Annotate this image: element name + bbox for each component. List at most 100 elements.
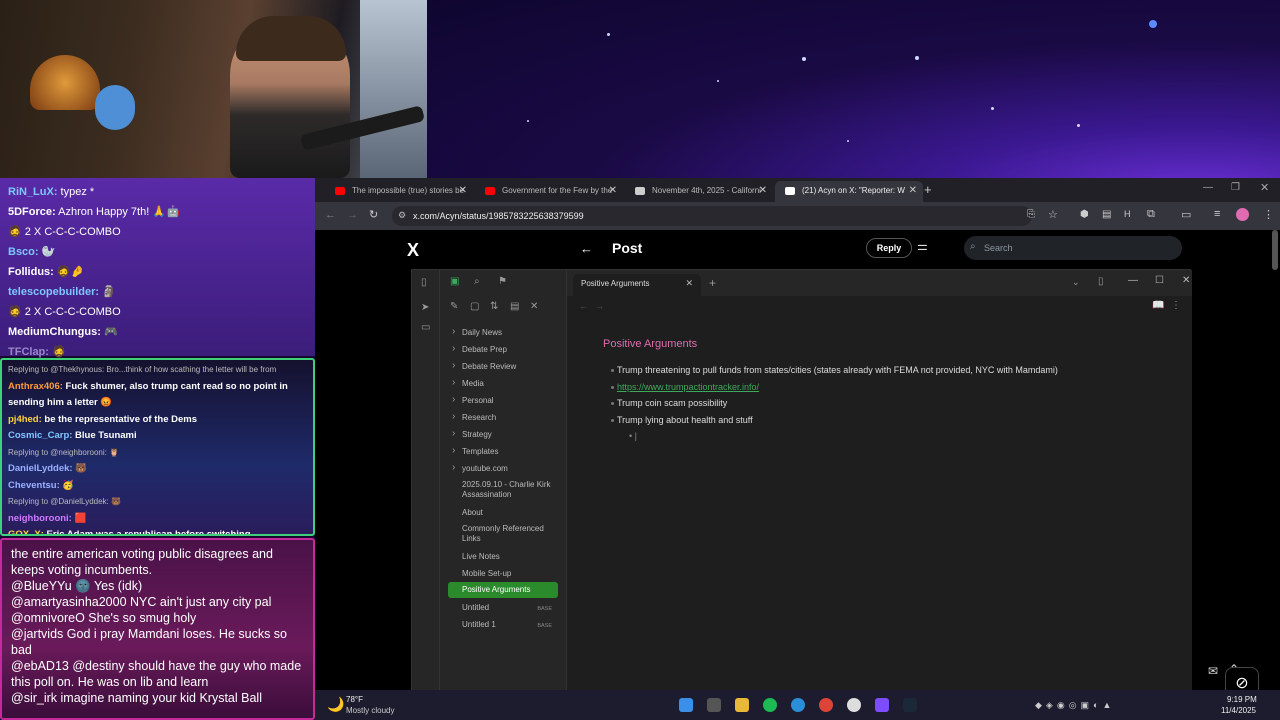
bookmark-icon[interactable]: ⚑: [498, 276, 507, 287]
expand-icon[interactable]: ⌃: [1229, 662, 1239, 676]
bookmark-star-icon[interactable]: ☆: [1048, 208, 1058, 221]
back-arrow-icon[interactable]: ←: [580, 241, 593, 256]
folder-item[interactable]: Personal: [448, 393, 558, 409]
close-tab-icon[interactable]: ✕: [459, 185, 467, 196]
chat-handle[interactable]: @ebAD13: [11, 659, 69, 673]
chat-username[interactable]: GOX_X:: [8, 529, 44, 534]
reading-view-icon[interactable]: 📖: [1152, 300, 1164, 311]
chat-username[interactable]: MediumChungus:: [8, 326, 101, 338]
file-item[interactable]: Untitled 1 BASE: [448, 617, 558, 633]
sidebar-toggle-icon[interactable]: ▯: [421, 277, 427, 288]
chat-handle[interactable]: @BlueYYu: [11, 579, 72, 593]
chat-username[interactable]: neighborooni:: [8, 513, 72, 524]
messages-icon[interactable]: ✉: [1208, 664, 1218, 678]
collapse-icon[interactable]: ▤: [510, 301, 519, 312]
scrollbar[interactable]: [1272, 230, 1278, 270]
sidebar-toggle-icon[interactable]: ▭: [1181, 208, 1191, 221]
folder-item[interactable]: Research: [448, 410, 558, 426]
chat-username[interactable]: pj4hed:: [8, 414, 42, 425]
weather-icon[interactable]: 🌙: [327, 696, 344, 713]
clock-date[interactable]: 11/4/2025: [1221, 706, 1256, 715]
folder-icon[interactable]: ▣: [450, 276, 459, 287]
chat-username[interactable]: RiN_LuX:: [8, 186, 58, 198]
folder-item[interactable]: youtube.com: [448, 461, 558, 477]
chat-username[interactable]: Bsco:: [8, 246, 39, 258]
close-tab-icon[interactable]: ✕: [759, 185, 767, 196]
close-icon[interactable]: ✕: [530, 301, 538, 312]
profile-avatar[interactable]: [1236, 208, 1249, 221]
chat-username[interactable]: TFClap:: [8, 346, 49, 358]
reading-list-icon[interactable]: ≡: [1214, 208, 1220, 220]
folder-item[interactable]: Debate Prep: [448, 342, 558, 358]
file-item[interactable]: Mobile Set-up: [448, 566, 558, 582]
maximize-icon[interactable]: ☐: [1155, 275, 1164, 286]
browser-tab[interactable]: The impossible (true) stories be ✕: [325, 181, 473, 202]
install-app-icon[interactable]: ⎘: [1027, 209, 1035, 220]
clock-time[interactable]: 9:19 PM: [1227, 695, 1257, 704]
chat-username[interactable]: Follidus:: [8, 266, 54, 278]
chatgpt-icon[interactable]: [847, 698, 861, 712]
folder-item[interactable]: Media: [448, 376, 558, 392]
chat-username[interactable]: Cosmic_Carp:: [8, 430, 72, 441]
close-window-icon[interactable]: ✕: [1260, 181, 1269, 194]
chat-username[interactable]: 5DForce:: [8, 206, 56, 218]
chat-handle[interactable]: @sir_irk: [11, 691, 57, 705]
browser-tab[interactable]: November 4th, 2025 - Californi ✕: [625, 181, 773, 202]
pages-icon[interactable]: ▭: [421, 322, 430, 333]
browser-tab[interactable]: Government for the Few by the ✕: [475, 181, 623, 202]
sort-icon[interactable]: ⇅: [490, 301, 498, 312]
chat-handle[interactable]: @amartyasinha2000: [11, 595, 127, 609]
forward-arrow-icon[interactable]: →: [595, 301, 604, 311]
steam-icon[interactable]: [903, 698, 917, 712]
minimize-icon[interactable]: —: [1128, 275, 1138, 286]
file-item[interactable]: Positive Arguments: [448, 582, 558, 598]
site-info-icon[interactable]: ⚙: [398, 210, 406, 221]
new-tab-icon[interactable]: +: [709, 276, 716, 290]
empty-bullet[interactable]: • |: [629, 431, 637, 441]
minimize-window-icon[interactable]: —: [1203, 182, 1213, 193]
windows-start-icon[interactable]: [679, 698, 693, 712]
spotify-icon[interactable]: [763, 698, 777, 712]
extension-icon-3[interactable]: H: [1124, 209, 1131, 219]
new-folder-icon[interactable]: ▢: [470, 301, 479, 312]
settings-sliders-icon[interactable]: ⚌: [917, 239, 928, 253]
extension-icon-2[interactable]: ▤: [1102, 209, 1111, 220]
chevron-down-icon[interactable]: ⌄: [1072, 277, 1080, 288]
chrome-icon[interactable]: [819, 698, 833, 712]
extensions-puzzle-icon[interactable]: ⧉: [1147, 208, 1155, 221]
folder-item[interactable]: Daily News: [448, 325, 558, 341]
file-item[interactable]: About: [448, 505, 558, 521]
close-tab-icon[interactable]: ✕: [685, 278, 693, 289]
tray-icons[interactable]: ◆◈◉◎▣◐▲: [1035, 700, 1115, 711]
search-input[interactable]: ⌕ Search: [964, 236, 1182, 260]
extension-icon[interactable]: ⬢: [1080, 209, 1089, 220]
note-link[interactable]: https://www.trumpactiontracker.info/: [610, 382, 759, 392]
folder-item[interactable]: Strategy: [448, 427, 558, 443]
send-icon[interactable]: ➤: [421, 302, 429, 313]
chat-username[interactable]: Anthrax406:: [8, 381, 63, 392]
forward-arrow-icon[interactable]: →: [347, 209, 358, 221]
folder-item[interactable]: Debate Review: [448, 359, 558, 375]
search-icon[interactable]: ⌕: [474, 276, 480, 287]
browser-menu-icon[interactable]: ⋮: [1263, 208, 1274, 221]
edge-icon[interactable]: [791, 698, 805, 712]
file-explorer-icon[interactable]: [735, 698, 749, 712]
file-item[interactable]: Commonly Referenced Links: [448, 521, 558, 547]
new-tab-button[interactable]: +: [924, 182, 932, 197]
close-tab-icon[interactable]: ✕: [609, 185, 617, 196]
close-icon[interactable]: ✕: [1182, 275, 1190, 286]
reply-button[interactable]: Reply: [866, 238, 912, 258]
folder-item[interactable]: Templates: [448, 444, 558, 460]
maximize-window-icon[interactable]: ❐: [1231, 182, 1240, 193]
obsidian-icon[interactable]: [875, 698, 889, 712]
back-arrow-icon[interactable]: ←: [579, 301, 588, 311]
sidebar-right-icon[interactable]: ▯: [1098, 276, 1104, 287]
url-field[interactable]: ⚙ x.com/Acyn/status/1985783225638379599: [392, 206, 1032, 226]
close-tab-icon[interactable]: ✕: [909, 185, 917, 196]
x-logo-icon[interactable]: X: [407, 240, 419, 261]
reload-icon[interactable]: ↻: [369, 208, 378, 221]
file-item[interactable]: 2025.09.10 - Charlie Kirk Assassination: [448, 477, 558, 503]
chat-username[interactable]: Cheventsu:: [8, 480, 60, 491]
chat-handle[interactable]: @jartvids: [11, 627, 63, 641]
chat-username[interactable]: telescopebuilder:: [8, 286, 99, 298]
